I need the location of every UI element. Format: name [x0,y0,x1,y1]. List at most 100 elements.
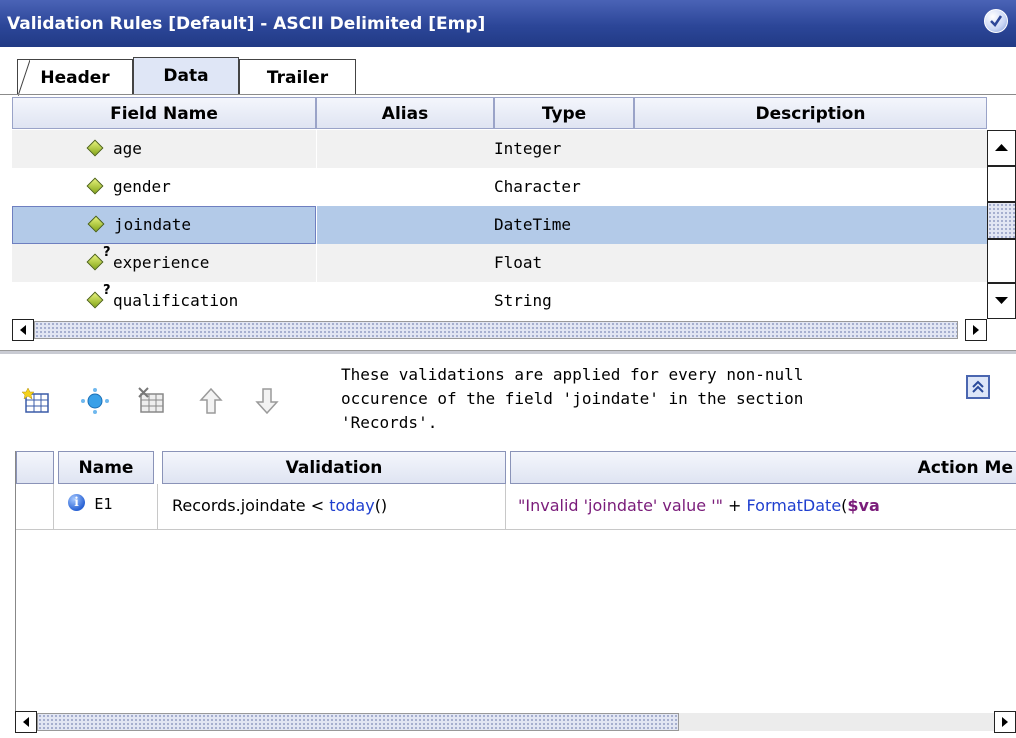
optional-mark: ? [103,283,111,298]
field-name: gender [113,177,171,196]
window-title: Validation Rules [Default] - ASCII Delim… [7,14,486,34]
tab-header-label: Header [40,68,110,88]
validation-row-e1[interactable]: i E1 Records.joindate < today() "Invalid… [16,484,1016,530]
move-up-icon[interactable] [196,386,226,416]
scroll-thumb[interactable] [34,321,958,339]
scroll-thumb[interactable] [37,713,679,731]
scroll-down-button[interactable] [987,283,1016,319]
field-row-age[interactable]: age Integer [12,130,987,168]
field-alias [316,130,494,168]
tab-trailer[interactable]: Trailer [239,59,356,94]
col-alias[interactable]: Alias [316,97,494,129]
field-name: age [113,139,142,158]
field-name: joindate [114,215,192,234]
expr-function: today [329,496,375,515]
expr-operator: < [305,496,330,515]
field-row-joindate[interactable]: joindate DateTime [12,206,987,244]
optional-mark: ? [103,245,111,260]
field-name-cell: joindate [12,206,316,244]
fields-vertical-scrollbar[interactable] [987,130,1016,319]
col-name[interactable]: Name [58,451,154,484]
move-down-icon[interactable] [252,386,282,416]
tab-baseline [0,94,1016,95]
field-diamond-icon [86,139,104,157]
validations-horizontal-scrollbar[interactable] [15,711,1016,733]
field-name-cell: ? qualification [12,282,316,319]
new-validation-icon[interactable] [21,386,52,416]
field-name-cell: gender [12,168,316,206]
col-field-name[interactable]: Field Name [12,97,316,129]
validation-name-cell: i E1 [54,484,158,530]
scroll-thumb[interactable] [987,202,1016,239]
collapse-button[interactable] [966,375,990,399]
action-function: FormatDate [746,496,842,515]
field-name: qualification [113,291,239,310]
col-status[interactable] [16,451,54,484]
field-optional-diamond-icon [86,291,104,309]
arrow-right-icon [973,325,979,335]
field-type: Integer [494,139,562,158]
field-name-cell: ? experience [12,244,316,282]
scroll-left-button[interactable] [12,319,34,341]
message-line: 'Records'. [341,413,438,432]
fields-grid: Field Name Alias Type Description age In… [12,97,987,319]
row-selector[interactable] [16,484,54,530]
col-type[interactable]: Type [494,97,634,129]
validations-grid: Name Validation Action Me i E1 Records.j… [15,451,1016,711]
field-type: String [494,291,552,310]
field-description [634,244,987,282]
fields-horizontal-scrollbar[interactable] [12,319,987,341]
col-action-message[interactable]: Action Me [510,451,1016,484]
double-chevron-up-icon [972,380,984,393]
arrow-up-icon [995,144,1008,151]
field-alias [316,282,494,319]
info-icon: i [68,494,85,511]
scroll-left-button[interactable] [15,711,37,733]
field-type: Character [494,177,581,196]
field-description [634,168,987,206]
check-icon[interactable] [984,9,1008,33]
add-rule-icon[interactable] [80,386,110,416]
field-diamond-icon [87,215,105,233]
arrow-down-icon [995,297,1008,304]
validation-info-message: These validations are applied for every … [341,363,941,435]
action-plus: + [722,496,747,515]
field-row-gender[interactable]: gender Character [12,168,987,206]
scroll-track[interactable] [679,713,994,731]
delete-validation-icon[interactable] [137,386,167,416]
field-row-qualification[interactable]: ? qualification String [12,282,987,319]
scroll-right-button[interactable] [994,711,1016,733]
field-description [634,282,987,319]
field-type: DateTime [494,215,572,234]
message-line: occurence of the field 'joindate' in the… [341,389,804,408]
window-title-bar: Validation Rules [Default] - ASCII Delim… [0,0,1016,47]
section-tabs: Header Data Trailer [0,47,1016,96]
field-optional-diamond-icon [86,253,104,271]
scroll-track-upper[interactable] [987,166,1016,202]
validation-name: E1 [94,495,113,513]
field-diamond-icon [86,177,104,195]
field-name: experience [113,253,210,272]
tab-edge-icon [18,60,30,96]
expr-field: Records.joindate [172,496,306,515]
scroll-up-button[interactable] [987,130,1016,166]
arrow-left-icon [23,717,29,727]
arrow-left-icon [20,325,26,335]
field-alias [316,244,494,282]
col-description[interactable]: Description [634,97,987,129]
tab-header[interactable]: Header [17,59,133,96]
action-variable: $va [847,496,880,515]
message-line: These validations are applied for every … [341,365,804,384]
col-validation[interactable]: Validation [162,451,506,484]
field-description [634,130,987,168]
scroll-right-button[interactable] [965,319,987,341]
scroll-track-lower[interactable] [987,239,1016,283]
tab-data[interactable]: Data [133,57,239,94]
pane-splitter[interactable] [0,350,1016,354]
arrow-right-icon [1002,717,1008,727]
validation-expression: Records.joindate < today() [158,484,506,530]
expr-parens: () [374,496,388,515]
field-row-experience[interactable]: ? experience Float [12,244,987,282]
action-message: "Invalid 'joindate' value '" + FormatDat… [506,484,1016,530]
field-type: Float [494,253,543,272]
